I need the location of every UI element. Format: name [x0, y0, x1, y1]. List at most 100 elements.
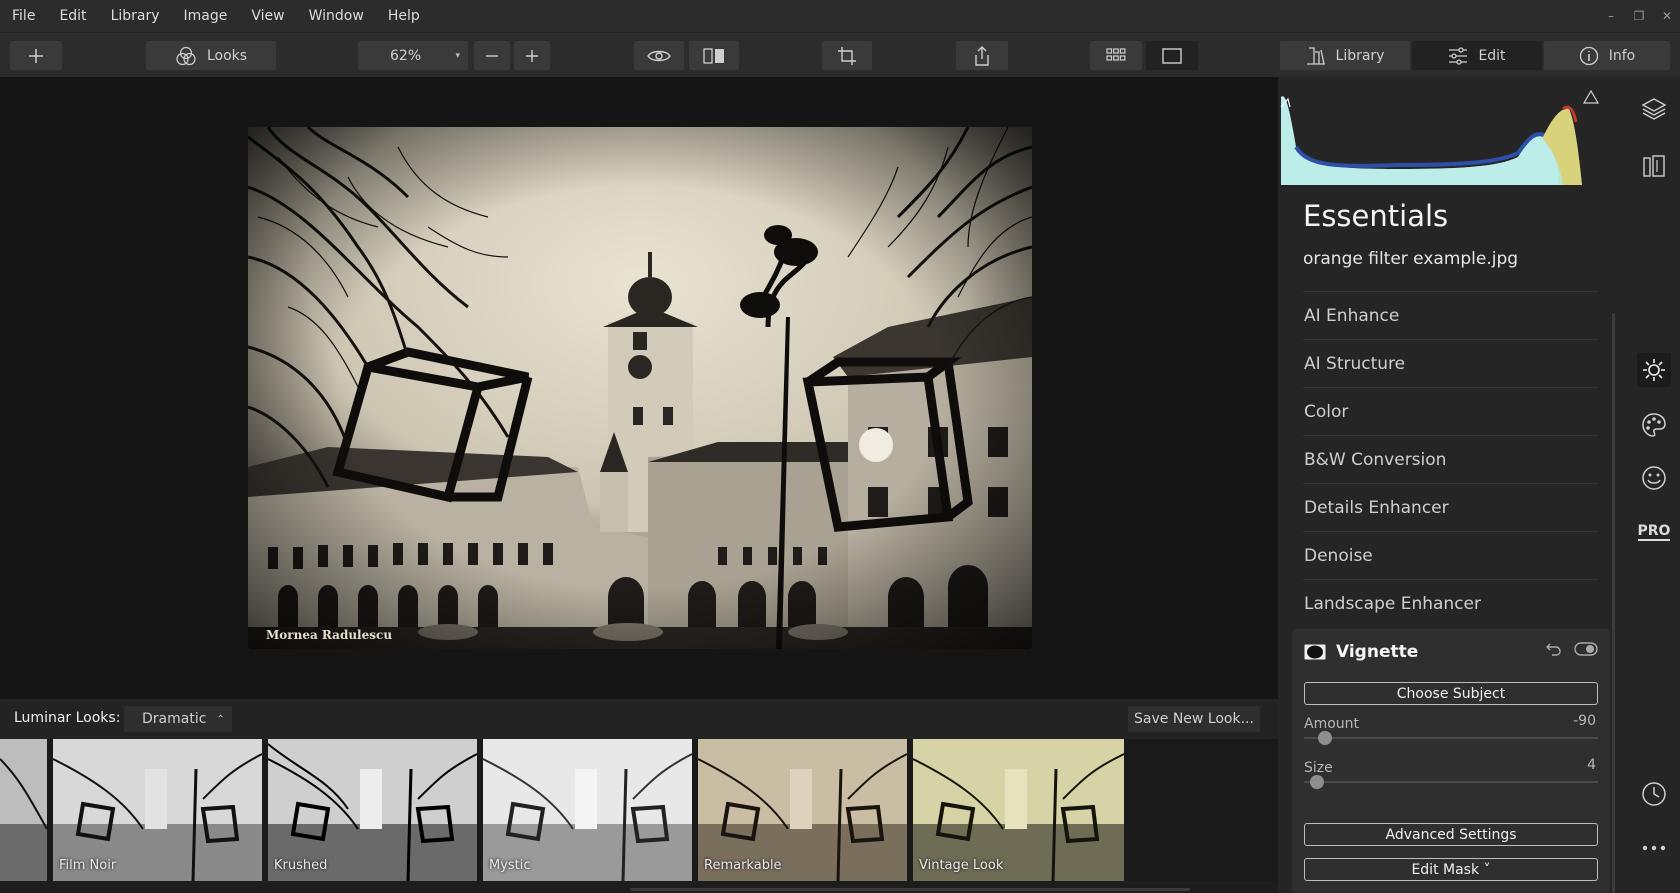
look-name: Vintage Look — [919, 858, 1004, 873]
window-controls: – ❐ ✕ — [1604, 0, 1674, 32]
thumbnail-scrollbar-area — [0, 881, 1278, 893]
menu-view[interactable]: View — [239, 0, 296, 32]
look-thumbnail-partial[interactable] — [0, 739, 47, 881]
amount-knob[interactable] — [1318, 731, 1332, 745]
menu-help[interactable]: Help — [376, 0, 432, 32]
restore-button[interactable]: ❐ — [1632, 9, 1646, 23]
zoom-out-button[interactable] — [474, 41, 510, 70]
menu-library[interactable]: Library — [99, 0, 172, 32]
add-photo-button[interactable] — [10, 41, 62, 70]
vignette-tool: Vignette Choose Subject Amount -90 Size … — [1292, 629, 1610, 893]
tool-list: AI Enhance AI Structure Color B&W Conver… — [1303, 291, 1598, 627]
info-tab-label: Info — [1608, 47, 1636, 64]
advanced-settings-button[interactable]: Advanced Settings — [1304, 823, 1598, 846]
save-new-look-button[interactable]: Save New Look... — [1128, 706, 1260, 732]
menu-edit[interactable]: Edit — [47, 0, 98, 32]
minus-icon — [486, 54, 498, 57]
eye-icon — [647, 50, 671, 61]
single-view-button[interactable] — [1146, 41, 1198, 70]
looks-category-value: Dramatic — [142, 711, 207, 727]
more-button[interactable] — [1637, 831, 1671, 865]
visibility-toggle-icon[interactable] — [1574, 641, 1598, 657]
edit-tab-label: Edit — [1478, 47, 1506, 64]
tool-color[interactable]: Color — [1303, 387, 1598, 435]
menu-image[interactable]: Image — [172, 0, 240, 32]
library-tab[interactable]: Library — [1280, 41, 1410, 70]
tool-category-rail: PRO — [1628, 77, 1680, 893]
canvas-tools-button[interactable] — [1637, 149, 1671, 183]
tool-ai-enhance[interactable]: AI Enhance — [1303, 291, 1598, 339]
preview-button[interactable] — [634, 41, 684, 70]
look-thumbnail-vintage-look[interactable]: Vintage Look — [913, 739, 1124, 881]
image-canvas[interactable]: Mornea Radulescu — [0, 77, 1278, 699]
library-tab-label: Library — [1335, 47, 1385, 64]
looks-category-label: Luminar Looks: — [14, 710, 121, 726]
tool-details-enhancer[interactable]: Details Enhancer — [1303, 483, 1598, 531]
close-button[interactable]: ✕ — [1660, 9, 1674, 23]
look-thumbnail-film-noir[interactable]: Film Noir — [53, 739, 262, 881]
plus-icon — [29, 48, 43, 63]
photo-watermark: Mornea Radulescu — [266, 628, 392, 642]
undo-icon[interactable] — [1546, 641, 1562, 657]
clock-icon — [1642, 782, 1666, 806]
vignette-header[interactable]: Vignette — [1304, 642, 1418, 662]
more-dots-icon — [1642, 845, 1666, 851]
grid-view-button[interactable] — [1090, 41, 1142, 70]
tool-denoise[interactable]: Denoise — [1303, 531, 1598, 579]
layers-button[interactable] — [1637, 92, 1671, 126]
looks-thumbnail-strip: Film Noir Krushed Mystic Remarkable Vint… — [0, 739, 1278, 881]
looks-category-dropdown[interactable]: Dramatic ⌃ — [124, 706, 232, 732]
size-knob[interactable] — [1310, 775, 1324, 789]
info-tab[interactable]: Info — [1544, 41, 1670, 70]
look-thumbnail-remarkable[interactable]: Remarkable — [698, 739, 907, 881]
look-thumbnail-krushed[interactable]: Krushed — [268, 739, 477, 881]
portrait-button[interactable] — [1637, 461, 1671, 495]
menu-bar: File Edit Library Image View Window Help… — [0, 0, 1680, 32]
size-value[interactable]: 4 — [1587, 757, 1596, 773]
panel-title: Essentials — [1303, 199, 1449, 233]
menu-file[interactable]: File — [0, 0, 47, 32]
looks-button[interactable]: Looks — [146, 41, 276, 70]
panel-scrollbar[interactable] — [1612, 313, 1615, 893]
crop-icon — [838, 46, 856, 65]
photo-preview[interactable]: Mornea Radulescu — [248, 127, 1032, 649]
file-name: orange filter example.jpg — [1303, 249, 1519, 269]
edited-photo: Mornea Radulescu — [248, 127, 1032, 649]
minimize-button[interactable]: – — [1604, 9, 1618, 23]
share-icon — [975, 45, 989, 66]
compare-button[interactable] — [689, 41, 739, 70]
compare-icon — [703, 47, 724, 64]
chevron-up-icon: ⌃ — [216, 713, 225, 725]
histogram — [1278, 77, 1628, 185]
essentials-button[interactable] — [1637, 353, 1671, 387]
zoom-select[interactable]: 62% ▾ — [358, 41, 468, 70]
size-slider[interactable]: Size 4 — [1304, 757, 1598, 789]
amount-slider[interactable]: Amount -90 — [1304, 713, 1598, 745]
amount-value[interactable]: -90 — [1573, 713, 1596, 729]
pro-tools-button[interactable]: PRO — [1637, 515, 1671, 549]
pro-badge: PRO — [1637, 523, 1671, 541]
edit-panel: Essentials orange filter example.jpg AI … — [1278, 77, 1628, 893]
tool-landscape-enhancer[interactable]: Landscape Enhancer — [1303, 579, 1598, 627]
creative-button[interactable] — [1637, 408, 1671, 442]
choose-subject-button[interactable]: Choose Subject — [1304, 682, 1598, 705]
plus-icon — [526, 49, 538, 62]
edit-mask-button[interactable]: Edit Mask ˅ — [1304, 858, 1598, 881]
export-button[interactable] — [956, 41, 1008, 70]
history-button[interactable] — [1637, 777, 1671, 811]
menu-window[interactable]: Window — [297, 0, 376, 32]
look-thumbnail-mystic[interactable]: Mystic — [483, 739, 692, 881]
edit-tab[interactable]: Edit — [1412, 41, 1542, 70]
crop-button[interactable] — [822, 41, 872, 70]
looks-bar: Luminar Looks: Dramatic ⌃ Save New Look.… — [0, 699, 1278, 739]
tool-ai-structure[interactable]: AI Structure — [1303, 339, 1598, 387]
thumbnail-image — [0, 739, 47, 881]
tool-bw-conversion[interactable]: B&W Conversion — [1303, 435, 1598, 483]
vignette-icon — [1304, 644, 1326, 660]
thumbnail-scrollbar[interactable] — [630, 888, 1190, 891]
size-track[interactable] — [1304, 781, 1598, 783]
amount-track[interactable] — [1304, 737, 1598, 739]
zoom-in-button[interactable] — [514, 41, 550, 70]
palette-icon — [1642, 413, 1666, 437]
library-icon — [1306, 46, 1325, 65]
